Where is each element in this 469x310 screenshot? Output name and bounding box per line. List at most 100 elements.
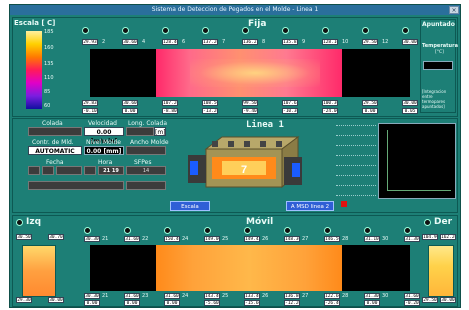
sensor-number: 24 xyxy=(182,293,189,299)
delta-value: -0.10 xyxy=(82,108,98,114)
temp-value: 149.45 xyxy=(244,236,260,242)
scale-tick: 185 xyxy=(44,29,54,35)
der-knob[interactable] xyxy=(424,219,431,226)
temp-value: 30.00 xyxy=(402,39,418,45)
date-year-field xyxy=(56,166,82,175)
thermocouple-knob[interactable] xyxy=(82,27,89,34)
temp-value: 107.20 xyxy=(162,100,178,106)
sensor-number: 7 xyxy=(222,39,226,45)
thermocouple-knob[interactable] xyxy=(322,27,329,34)
ancho-field xyxy=(126,146,166,155)
delta-value: 0.00 xyxy=(84,300,100,306)
temp-value: 137.20 xyxy=(202,39,218,45)
thermocouple-knob[interactable] xyxy=(242,27,249,34)
thermocouple-knob[interactable] xyxy=(122,27,129,34)
apuntado-label: Apuntado xyxy=(422,21,455,28)
velocidad-field: 0.00 [m/min] xyxy=(84,127,124,145)
thermocouple-knob[interactable] xyxy=(404,227,411,234)
scale-tick: 60 xyxy=(44,103,51,109)
delta-value: -12.20 xyxy=(284,300,300,306)
thermocouple-knob[interactable] xyxy=(364,227,371,234)
sensor-number: 28 xyxy=(342,236,349,242)
fecha-label: Fecha xyxy=(46,159,64,166)
temperature-label: Temperatura xyxy=(422,43,458,49)
trend-graph xyxy=(378,123,456,199)
date-day-field xyxy=(28,166,40,175)
hora-label: Hora xyxy=(98,159,113,166)
delta-value: -10.30 xyxy=(282,108,298,114)
temp-value: 136.80 xyxy=(284,293,300,299)
thermocouple-knob[interactable] xyxy=(162,27,169,34)
der-label: Der xyxy=(434,217,453,227)
scale-tick: 85 xyxy=(44,89,51,95)
nivel-field: 0.00 [mm] xyxy=(84,146,124,155)
temp-value: 108.50 xyxy=(202,100,218,106)
delta-value: 0.00 xyxy=(122,108,138,114)
thermocouple-knob[interactable] xyxy=(324,227,331,234)
temp-value: 122.60 xyxy=(324,293,340,299)
temp-value: 99.50 xyxy=(242,100,258,106)
thermocouple-knob[interactable] xyxy=(124,227,131,234)
thermocouple-knob[interactable] xyxy=(84,227,91,234)
thermocouple-knob[interactable] xyxy=(402,27,409,34)
close-icon: × xyxy=(451,7,457,14)
scale-tick: 160 xyxy=(44,45,54,51)
der-temp-value: 104.90 xyxy=(422,234,438,240)
apuntado-note: [Integracion entre termopares apuntados] xyxy=(422,89,447,109)
delta-value: 0.00 xyxy=(124,300,140,306)
thermocouple-knob[interactable] xyxy=(362,27,369,34)
scale-label: Escala [ C] xyxy=(14,19,56,27)
delta-value: -0.20 xyxy=(404,300,420,306)
sensor-number: 27 xyxy=(302,236,309,242)
temp-value: 149.00 xyxy=(204,236,220,242)
sensor-number: 6 xyxy=(182,39,186,45)
sensor-number: 2 xyxy=(102,39,106,45)
scale-tick: 110 xyxy=(44,75,54,81)
thermocouple-knob[interactable] xyxy=(282,27,289,34)
delta-value: -5.60 xyxy=(204,300,220,306)
fija-heatmap xyxy=(90,49,410,97)
date-month-field xyxy=(42,166,54,175)
izq-knob[interactable] xyxy=(16,219,23,226)
temp-value: 146.50 xyxy=(324,236,340,242)
der-heatmap xyxy=(428,245,454,297)
temp-value: 29.93 xyxy=(82,39,98,45)
temp-value: 148.30 xyxy=(284,236,300,242)
sensor-number: 9 xyxy=(302,39,306,45)
delta-value: -26.40 xyxy=(324,300,340,306)
mode-label: Contr. de Mld. xyxy=(32,139,74,146)
thermocouple-knob[interactable] xyxy=(284,227,291,234)
temp-value: 31.60 xyxy=(124,236,140,242)
sfpes-field: 14 xyxy=(126,166,166,175)
der-temp-value: 162.20 xyxy=(440,234,456,240)
long-colada-field xyxy=(126,127,154,136)
thermocouple-knob[interactable] xyxy=(164,227,171,234)
delta-value: 0.05 xyxy=(402,108,418,114)
temp-value: 133.40 xyxy=(244,293,260,299)
izq-label: Izq xyxy=(26,217,42,227)
izq-temp-value: 30.70 xyxy=(48,234,64,240)
sensor-number: 25 xyxy=(222,293,229,299)
thermocouple-knob[interactable] xyxy=(244,227,251,234)
temperature-unit: [°C] xyxy=(435,50,444,55)
linea-2-button[interactable]: A MSD linea 2 xyxy=(286,201,334,211)
temp-value: 30.60 xyxy=(122,100,138,106)
sfpes-label: SFPes xyxy=(134,159,152,166)
thermocouple-knob[interactable] xyxy=(202,27,209,34)
title-bar: Sistema de Deteccion de Pegados en el Mo… xyxy=(10,5,460,15)
scale-tick: 135 xyxy=(44,61,54,67)
sensor-number: 30 xyxy=(382,236,389,242)
temp-value: 31.10 xyxy=(364,236,380,242)
temp-value: 31.60 xyxy=(124,293,140,299)
der-bottom-value: 29.50 xyxy=(422,297,438,303)
close-button[interactable]: × xyxy=(449,6,459,14)
sensor-number: 21 xyxy=(102,293,109,299)
movil-label: Móvil xyxy=(246,217,274,227)
temp-value: 31.30 xyxy=(364,293,380,299)
escala-button[interactable]: Escala xyxy=(170,201,210,211)
mode-field[interactable]: AUTOMATIC xyxy=(28,146,82,155)
sensor-number: 12 xyxy=(382,39,389,45)
main-window: Sistema de Deteccion de Pegados en el Mo… xyxy=(9,4,461,308)
thermocouple-knob[interactable] xyxy=(204,227,211,234)
ancho-label: Ancho Molde xyxy=(130,139,169,146)
